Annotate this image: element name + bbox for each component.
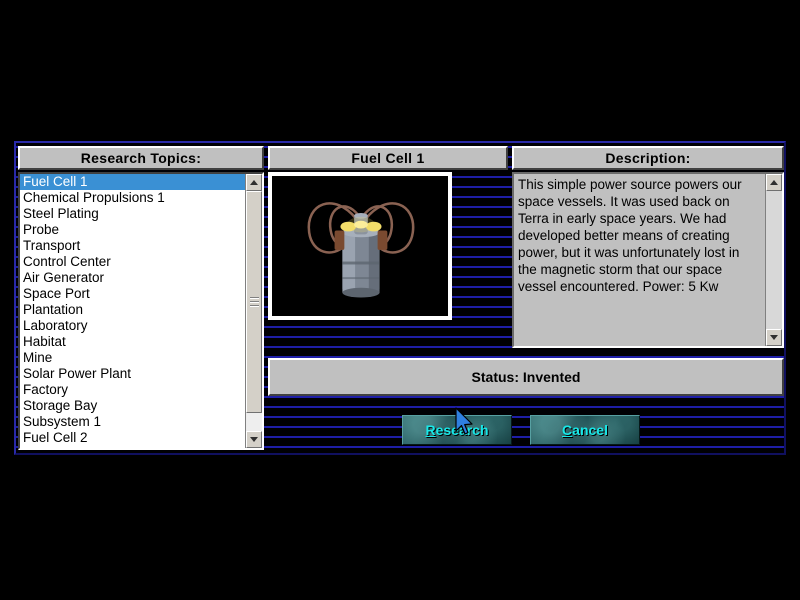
cancel-button-label: Cancel bbox=[562, 422, 608, 438]
research-button-label: Research bbox=[425, 422, 488, 438]
topics-list-item[interactable]: Plantation bbox=[20, 302, 245, 318]
description-scroll-up-button[interactable] bbox=[766, 174, 782, 191]
item-picture-frame bbox=[268, 172, 452, 320]
topics-scroll-track[interactable] bbox=[246, 191, 262, 431]
description-scrollbar[interactable] bbox=[765, 174, 782, 346]
research-topics-header: Research Topics: bbox=[18, 146, 264, 170]
topics-list-item[interactable]: Steel Plating bbox=[20, 206, 245, 222]
research-topics-header-label: Research Topics: bbox=[80, 150, 202, 166]
scroll-down-arrow-icon bbox=[770, 335, 778, 340]
cancel-accel-char: C bbox=[562, 422, 573, 438]
topics-list-item[interactable]: Fuel Cell 2 bbox=[20, 430, 245, 446]
selected-item-header-label: Fuel Cell 1 bbox=[351, 150, 425, 166]
description-text: This simple power source powers our spac… bbox=[514, 174, 765, 346]
selected-item-header: Fuel Cell 1 bbox=[268, 146, 508, 170]
scroll-up-arrow-icon bbox=[250, 180, 258, 185]
topics-list-item[interactable]: Control Center bbox=[20, 254, 245, 270]
description-scroll-down-button[interactable] bbox=[766, 329, 782, 346]
description-scroll-track[interactable] bbox=[766, 191, 782, 329]
topics-scroll-down-button[interactable] bbox=[246, 431, 262, 448]
status-label: Status: Invented bbox=[471, 369, 581, 385]
scroll-up-arrow-icon bbox=[770, 180, 778, 185]
scroll-thumb-grip-icon bbox=[249, 295, 259, 309]
topics-scroll-up-button[interactable] bbox=[246, 174, 262, 191]
topics-list-item[interactable]: Air Generator bbox=[20, 270, 245, 286]
research-topics-list[interactable]: Fuel Cell 1 Chemical Propulsions 1 Steel P… bbox=[20, 174, 245, 448]
research-topics-listbox[interactable]: Fuel Cell 1 Chemical Propulsions 1 Steel P… bbox=[18, 172, 264, 450]
research-accel-char: R bbox=[425, 422, 436, 438]
topics-list-item[interactable]: Space Port bbox=[20, 286, 245, 302]
scroll-down-arrow-icon bbox=[250, 437, 258, 442]
topics-scroll-thumb[interactable] bbox=[246, 191, 262, 413]
cancel-label-rest: ancel bbox=[572, 422, 608, 438]
cancel-button[interactable]: Cancel bbox=[530, 415, 640, 445]
topics-list-item[interactable]: Subsystem 1 bbox=[20, 414, 245, 430]
topics-list-item[interactable]: Transport bbox=[20, 238, 245, 254]
fuel-cell-render-icon bbox=[272, 176, 448, 316]
description-panel[interactable]: This simple power source powers our spac… bbox=[512, 172, 784, 348]
topics-list-item[interactable]: Storage Bay bbox=[20, 398, 245, 414]
topics-list-item[interactable]: Factory bbox=[20, 382, 245, 398]
screen: Research Topics: Fuel Cell 1 Description… bbox=[0, 0, 800, 600]
topics-list-item[interactable]: Solar Power Plant bbox=[20, 366, 245, 382]
topics-list-item[interactable]: Laboratory bbox=[20, 318, 245, 334]
topics-list-item[interactable]: Mine bbox=[20, 350, 245, 366]
topics-list-item[interactable]: Habitat bbox=[20, 334, 245, 350]
description-header: Description: bbox=[512, 146, 784, 170]
topics-list-item[interactable]: Probe bbox=[20, 222, 245, 238]
status-bar: Status: Invented bbox=[268, 358, 784, 396]
research-dialog: Research Topics: Fuel Cell 1 Description… bbox=[14, 141, 786, 455]
description-header-label: Description: bbox=[605, 150, 691, 166]
topics-list-item[interactable]: Chemical Propulsions 1 bbox=[20, 190, 245, 206]
topics-scrollbar[interactable] bbox=[245, 174, 262, 448]
research-button[interactable]: Research bbox=[402, 415, 512, 445]
topics-list-item[interactable]: Fuel Cell 1 bbox=[20, 174, 245, 190]
research-label-rest: esearch bbox=[435, 422, 489, 438]
